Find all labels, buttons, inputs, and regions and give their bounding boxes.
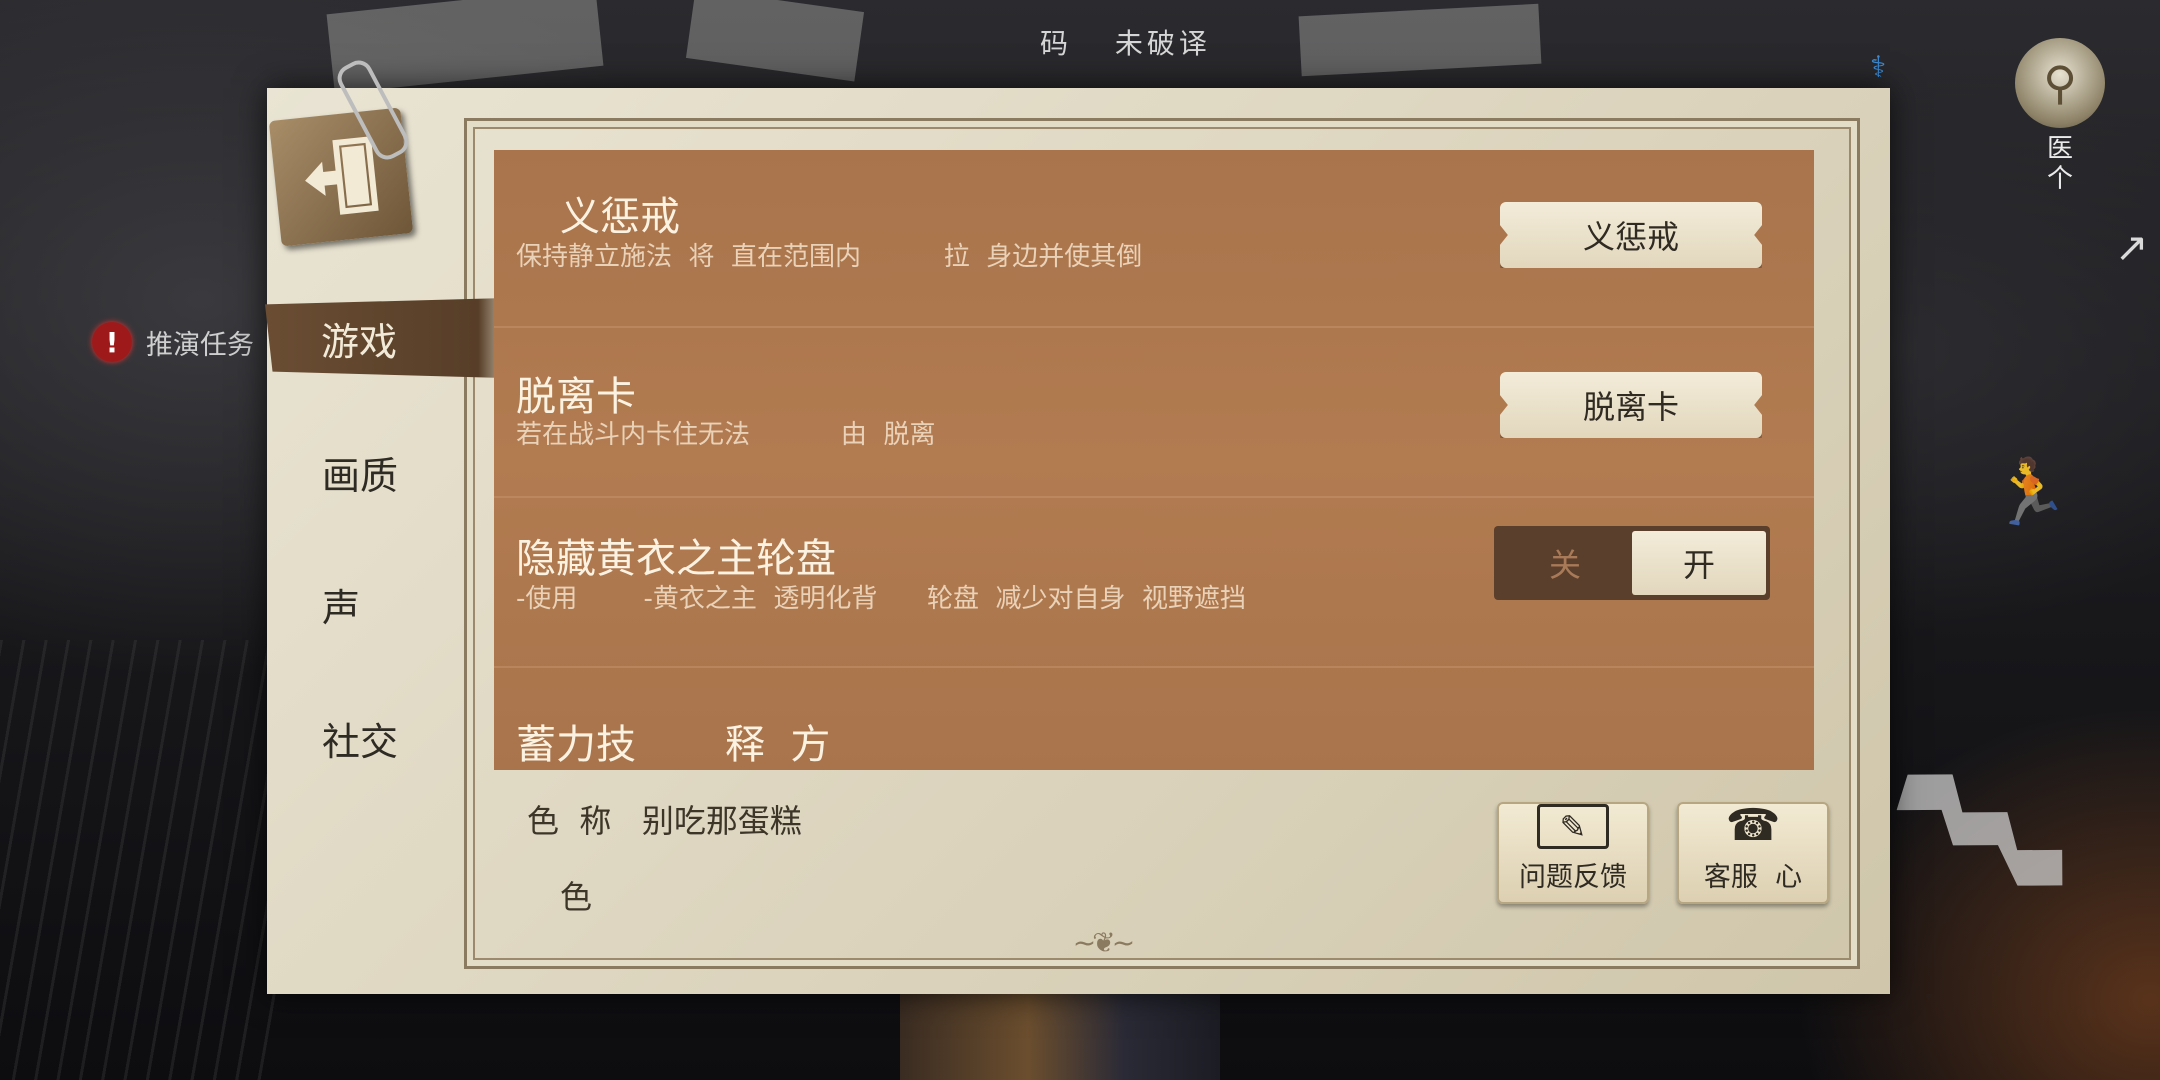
setting-title: 蓄力技 释 方 (516, 722, 831, 768)
setting-row-charge-skill: 蓄力技 释 方 (494, 668, 1814, 770)
grass-decoration (0, 640, 280, 1080)
role-name-line: 色 称 别吃那蛋糕 (527, 802, 802, 840)
side-task-entry[interactable]: ! 推演任务 (92, 322, 254, 362)
setting-row-escape-card: 脱离卡 若在战斗内卡住无法 由 脱离 脱离卡 (494, 328, 1814, 498)
setting-description: 若在战斗内卡住无法 由 脱离 (516, 420, 936, 450)
customer-service-label: 客服 心 (1703, 862, 1803, 893)
tab-sound-label: 声 (322, 585, 361, 630)
paper-scrap (1298, 3, 1542, 77)
hide-wheel-toggle[interactable]: 关 开 (1494, 526, 1770, 600)
setting-row-chastise: 义惩戒 保持静立施法 将 直在范围内 拉 身边并使其倒 义惩戒 (494, 150, 1814, 328)
tab-game-label: 游戏 (321, 319, 398, 364)
tab-graphics[interactable]: 画质 (322, 432, 472, 512)
feedback-label: 问题反馈 (1519, 862, 1627, 893)
settings-panel: ~❦~ 游戏 画质 声 社交 义惩戒 保持静立施法 将 直在范围内 拉 身边并使… (265, 55, 1890, 994)
running-figure-icon: 🏃 (1990, 456, 2070, 530)
side-task-label: 推演任务 (146, 329, 254, 361)
feedback-button[interactable]: ✎ 问题反馈 (1497, 802, 1649, 904)
escape-card-button[interactable]: 脱离卡 (1500, 372, 1762, 438)
pen-icon: ✎ (1537, 804, 1609, 849)
role-label-line-2: 个 (2046, 164, 2073, 194)
toggle-off-option[interactable]: 关 (1498, 531, 1632, 595)
decode-status: 码 未破译 (1040, 22, 1241, 62)
undecoded-label: 未破译 (1114, 27, 1211, 60)
color-line: 色 (560, 878, 593, 916)
tab-social[interactable]: 社交 (322, 698, 472, 778)
chastise-button[interactable]: 义惩戒 (1500, 202, 1762, 268)
telephone-icon: ☎ (1725, 799, 1781, 851)
exclamation-icon: ! (92, 322, 132, 362)
hook-icon: ↗ (2115, 225, 2149, 271)
role-label-line-1: 医 (2046, 134, 2073, 164)
cipher-label: 码 (1040, 27, 1073, 60)
frame-ornament: ~❦~ (1072, 926, 1135, 959)
setting-title: 义惩戒 (560, 194, 680, 240)
setting-description: -使用 -黄衣之主 透明化背 轮盘 减少对自身 视野遮挡 (516, 584, 1247, 614)
customer-service-button[interactable]: ☎ 客服 心 (1677, 799, 1829, 904)
doctor-avatar-icon: ⚲ (2015, 38, 2105, 128)
tab-graphics-label: 画质 (322, 453, 399, 498)
toggle-on-option[interactable]: 开 (1632, 531, 1766, 595)
setting-description: 保持静立施法 将 直在范围内 拉 身边并使其倒 (516, 242, 1143, 272)
setting-row-hide-wheel: 隐藏黄衣之主轮盘 -使用 -黄衣之主 透明化背 轮盘 减少对自身 视野遮挡 关 … (494, 498, 1814, 668)
setting-title: 隐藏黄衣之主轮盘 (516, 536, 836, 582)
character-silhouette (900, 992, 1220, 1080)
bird-icon: ⚕ (1870, 50, 1887, 85)
role-indicator[interactable]: ⚲ 医 个 (2010, 38, 2110, 194)
tab-game[interactable]: 游戏 (265, 298, 516, 378)
tab-social-label: 社交 (322, 719, 399, 764)
settings-list[interactable]: 义惩戒 保持静立施法 将 直在范围内 拉 身边并使其倒 义惩戒 脱离卡 若在战斗… (494, 150, 1814, 770)
tab-sound[interactable]: 声 (322, 564, 472, 644)
